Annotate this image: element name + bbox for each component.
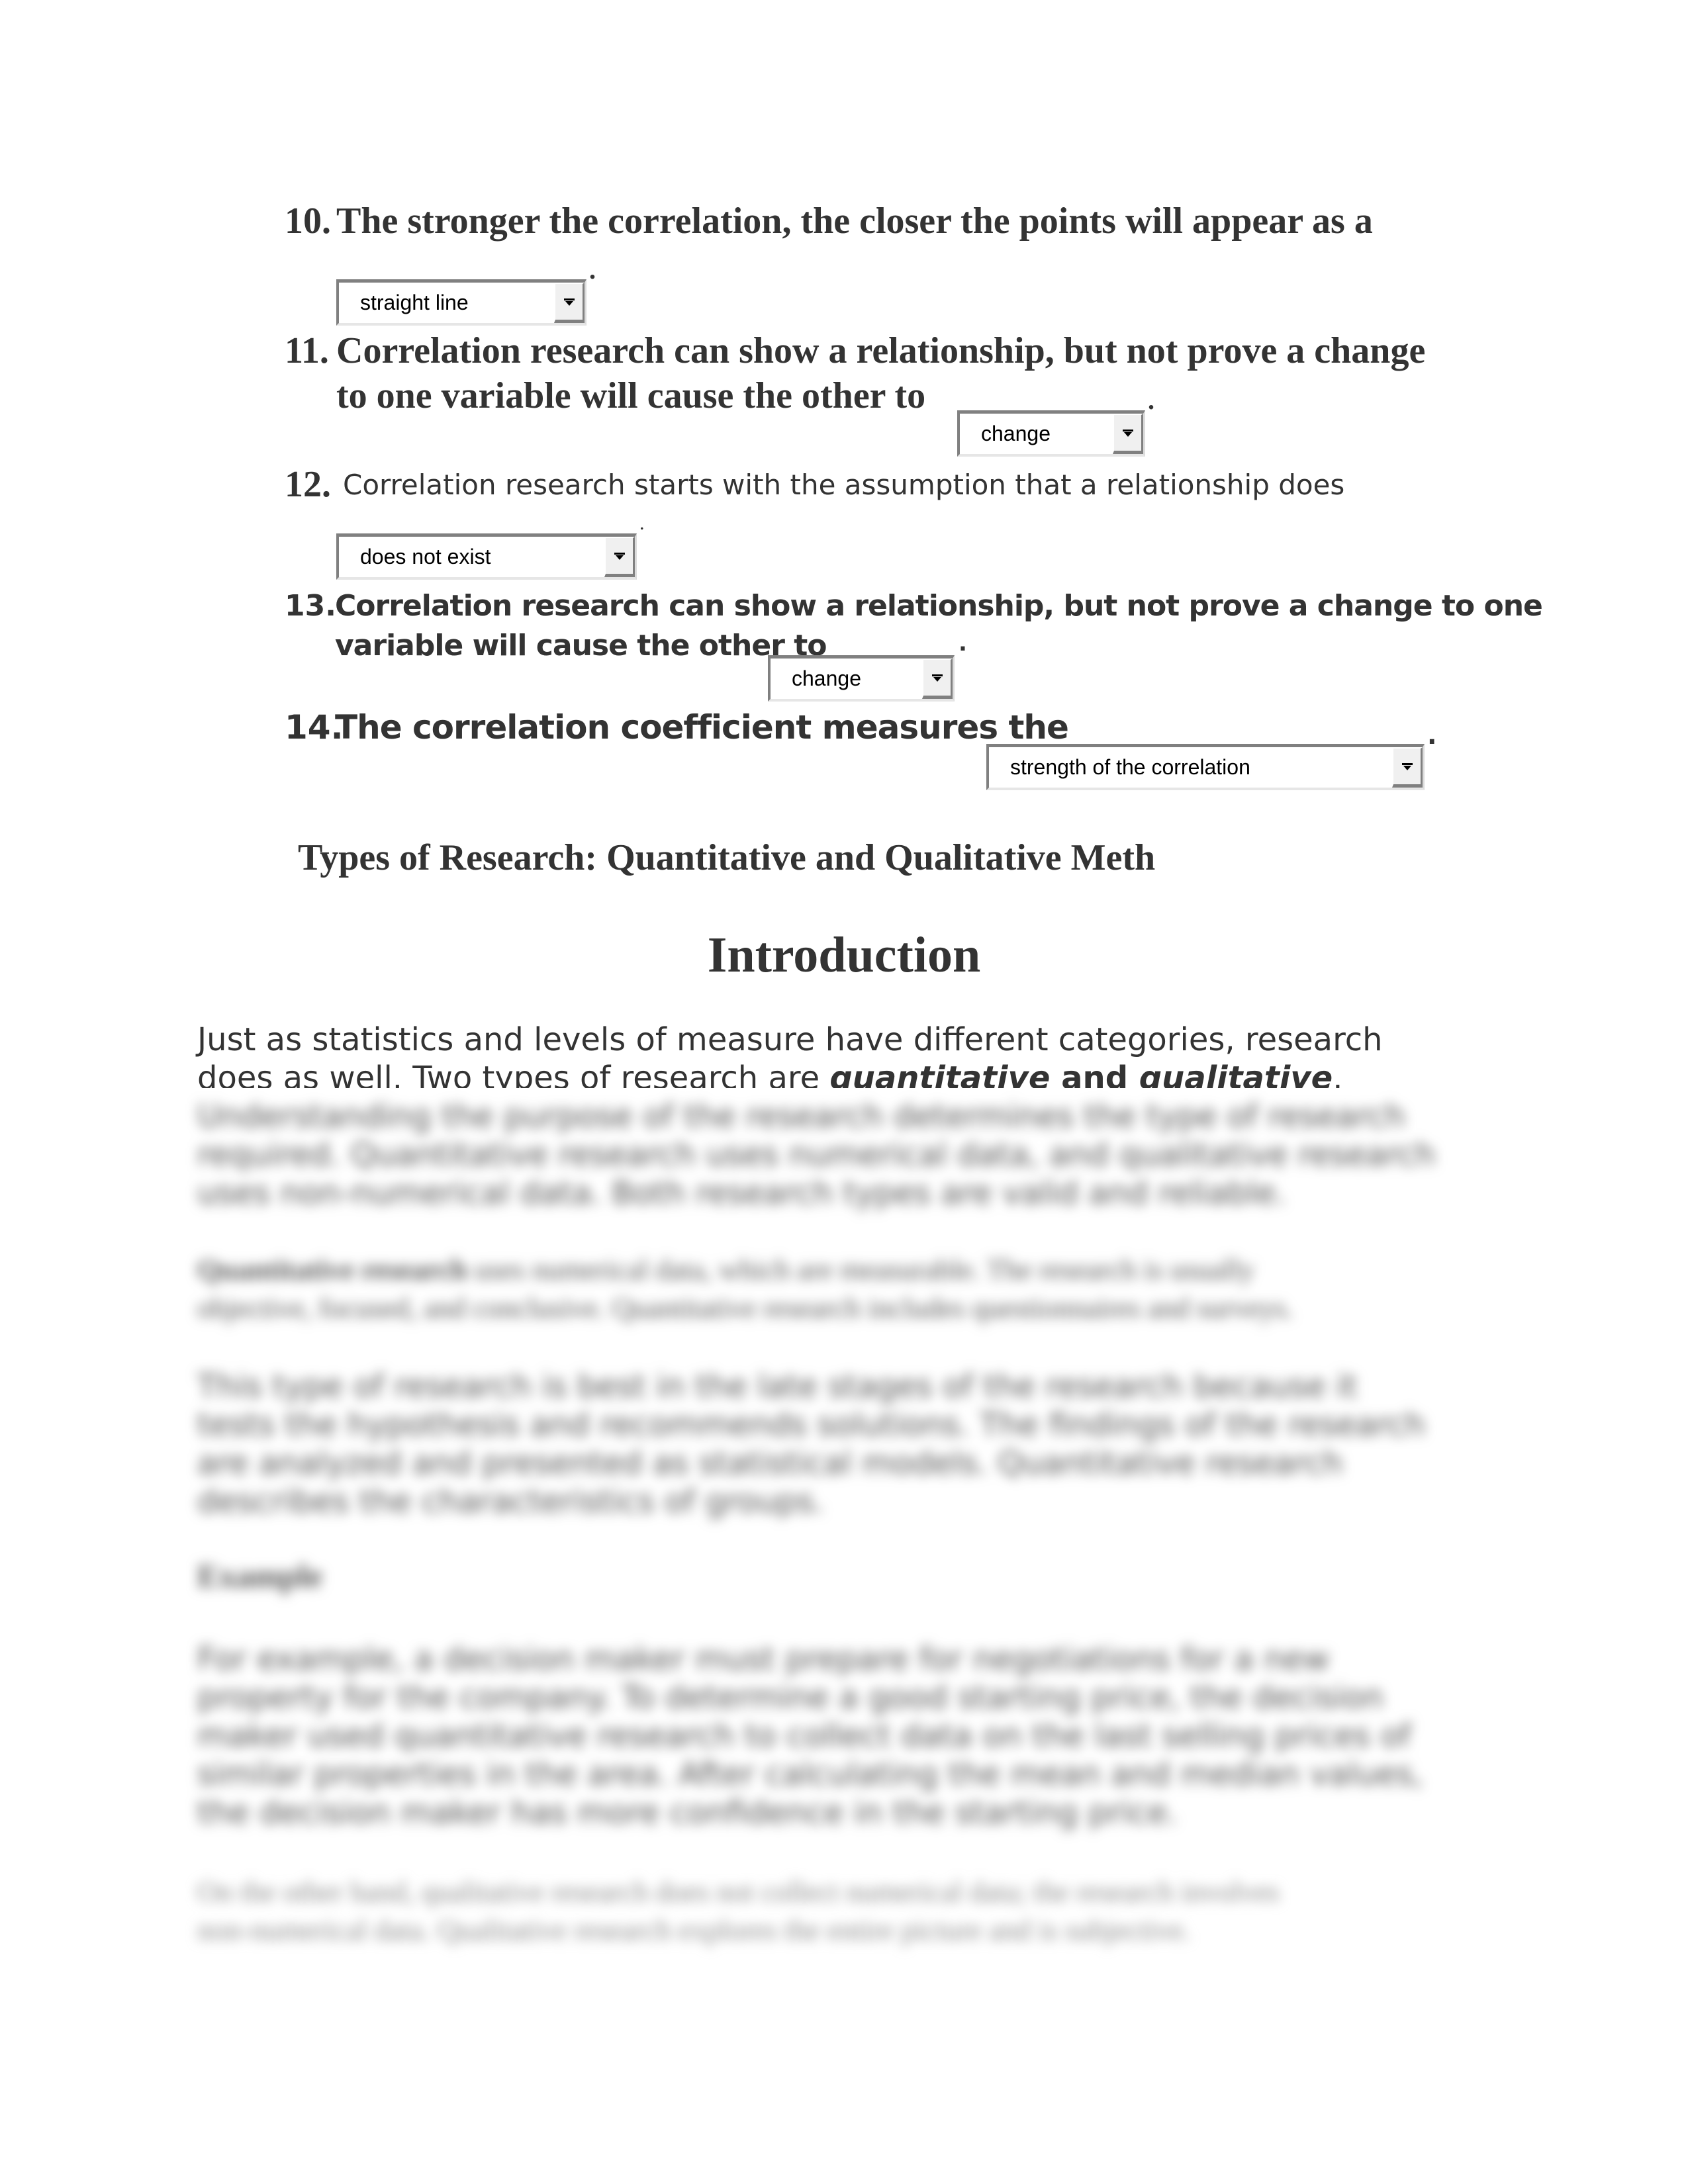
blurred-paragraph-4: For example, a decision maker must prepa… <box>197 1641 1424 1831</box>
blurred-example-heading: Example <box>197 1557 322 1594</box>
intro-line-1: Just as statistics and levels of measure… <box>197 1021 1383 1058</box>
chevron-down-icon <box>614 553 625 560</box>
select-value: strength of the correlation <box>1010 754 1250 779</box>
answer-select-10[interactable]: straight line <box>336 279 586 326</box>
question-number: 12. <box>285 464 331 505</box>
end-punctuation: . <box>1148 385 1154 415</box>
answer-select-14[interactable]: strength of the correlation <box>986 744 1425 790</box>
intro-paragraph: Just as statistics and levels of measure… <box>197 1021 1495 1088</box>
question-text-line-2: to one variable will cause the other to <box>336 375 926 416</box>
select-value: straight line <box>360 290 469 314</box>
answer-select-11[interactable]: change <box>957 410 1145 457</box>
section-title: Types of Research: Quantitative and Qual… <box>298 837 1156 878</box>
dropdown-button[interactable] <box>1113 414 1143 454</box>
chevron-down-icon <box>1122 430 1133 437</box>
answer-select-12[interactable]: does not exist <box>336 533 637 580</box>
introduction-heading: Introduction <box>707 927 981 983</box>
question-number: 10. <box>285 201 331 242</box>
emph-quantitative: quantitative <box>829 1060 1051 1088</box>
question-text: The correlation coefficient measures the <box>335 708 1069 747</box>
dropdown-button[interactable] <box>1392 747 1423 788</box>
blurred-paragraph-2: Quantitative research uses numerical dat… <box>197 1253 1293 1324</box>
chevron-down-icon <box>563 298 575 306</box>
select-value: change <box>792 666 861 690</box>
end-punctuation: . <box>1427 721 1437 750</box>
question-text-line-1: Correlation research can show a relation… <box>336 330 1426 371</box>
blurred-paragraph-5: On the other hand, qualitative research … <box>197 1876 1280 1946</box>
end-punctuation: . <box>639 512 645 534</box>
question-text-line-2: variable will cause the other to <box>335 629 827 662</box>
chevron-down-icon <box>931 674 943 682</box>
blurred-paragraph-3: This type of research is best in the lat… <box>197 1368 1426 1520</box>
dropdown-button[interactable] <box>554 283 585 323</box>
dropdown-button[interactable] <box>604 537 635 577</box>
select-value: change <box>981 421 1051 445</box>
question-number: 13. <box>285 589 336 623</box>
question-text: Correlation research starts with the ass… <box>343 469 1345 501</box>
end-punctuation: . <box>959 630 967 657</box>
select-value: does not exist <box>360 544 491 569</box>
question-number: 11. <box>285 330 329 371</box>
answer-select-13[interactable]: change <box>768 655 955 702</box>
emph-qualitative: qualitative <box>1139 1060 1333 1088</box>
dropdown-button[interactable] <box>922 659 953 699</box>
blurred-paragraph-1: Understanding the purpose of the researc… <box>197 1098 1436 1212</box>
end-punctuation: . <box>589 255 596 285</box>
chevron-down-icon <box>1401 763 1413 770</box>
question-text-line-1: Correlation research can show a relation… <box>335 589 1543 623</box>
intro-line-2: does as well. Two types of research are … <box>197 1059 1495 1088</box>
question-text: The stronger the correlation, the closer… <box>336 201 1373 242</box>
